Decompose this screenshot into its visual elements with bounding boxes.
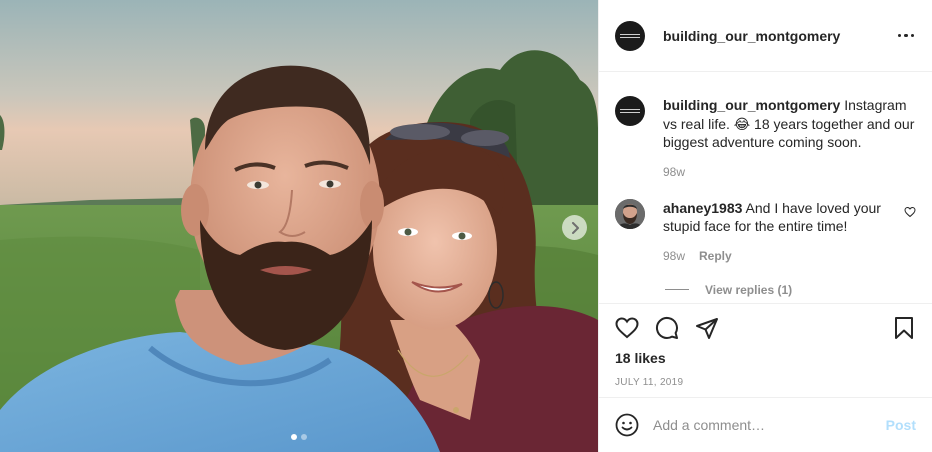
action-bar [615,304,916,352]
paper-plane-icon [696,318,718,339]
post-header: building_our_montgomery [599,0,932,72]
comment-input[interactable] [653,417,878,433]
carousel-indicator [0,434,598,440]
more-options-icon [897,33,901,38]
post-media[interactable] [0,0,598,452]
commenter-avatar[interactable] [615,198,645,229]
like-button[interactable] [615,316,639,340]
emoji-face-icon [615,413,639,437]
caption-timestamp[interactable]: 98w [663,165,685,179]
chevron-right-icon [571,221,579,234]
post-photo [0,0,598,452]
author-username[interactable]: building_our_montgomery [663,28,840,44]
bookmark-icon [895,317,913,339]
reply-button[interactable]: Reply [699,249,732,263]
view-replies-label: View replies (1) [705,282,793,297]
heart-icon [615,317,639,339]
post-sidebar: building_our_montgomery building_our_mon… [598,0,932,452]
add-comment-bar: Post [599,397,932,452]
instagram-post: building_our_montgomery building_our_mon… [0,0,932,452]
post-actions-section: 18 likes JULY 11, 2019 [599,303,932,388]
more-options-button[interactable] [896,28,917,44]
share-button[interactable] [695,316,719,340]
view-replies-button[interactable]: View replies (1) [665,283,916,297]
comment-timestamp[interactable]: 98w [663,249,685,263]
comment-bubble-icon [655,316,678,339]
post-comment-button[interactable]: Post [886,417,916,433]
comment-like-button[interactable] [904,205,916,263]
likes-count[interactable]: 18 likes [615,350,916,366]
author-avatar[interactable] [615,20,645,51]
view-replies-line [665,289,689,290]
carousel-next-button[interactable] [562,215,587,240]
commenter-username[interactable]: ahaney1983 [663,200,742,216]
emoji-button[interactable] [615,413,639,437]
caption-author-avatar[interactable] [615,96,645,126]
heart-icon [904,206,916,217]
carousel-dot-1 [291,434,297,440]
comment-item: ahaney1983 And I have loved your stupid … [615,198,916,263]
post-date[interactable]: JULY 11, 2019 [615,377,916,388]
carousel-dot-2 [301,434,307,440]
save-button[interactable] [892,316,916,340]
caption: building_our_montgomery Instagram vs rea… [615,96,916,179]
caption-username[interactable]: building_our_montgomery [663,97,840,113]
comment-button[interactable] [655,316,679,340]
comments-list[interactable]: building_our_montgomery Instagram vs rea… [599,72,932,303]
commenter-avatar-image [615,198,645,229]
